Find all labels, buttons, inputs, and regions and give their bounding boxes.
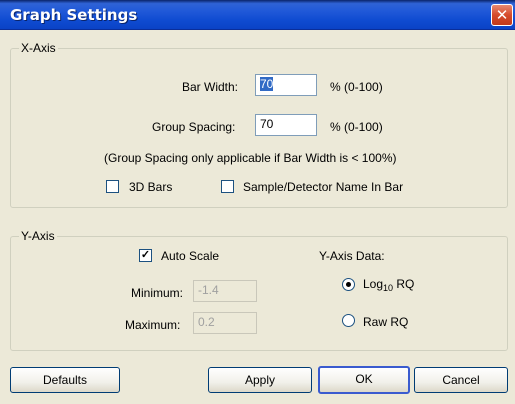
- auto-scale-label[interactable]: Auto Scale: [161, 249, 219, 263]
- x-axis-group-label: X-Axis: [19, 41, 58, 55]
- log10-rq-suffix: RQ: [393, 277, 415, 291]
- minimum-label: Minimum:: [131, 286, 184, 300]
- raw-rq-label[interactable]: Raw RQ: [363, 315, 408, 329]
- y-axis-group: Y-Axis: [10, 229, 508, 351]
- group-spacing-input[interactable]: 70: [255, 114, 317, 136]
- cancel-button[interactable]: Cancel: [414, 367, 508, 393]
- apply-button[interactable]: Apply: [208, 367, 312, 393]
- group-spacing-note: (Group Spacing only applicable if Bar Wi…: [104, 151, 397, 165]
- sample-detector-name-checkbox[interactable]: [221, 180, 234, 193]
- defaults-button[interactable]: Defaults: [10, 367, 120, 393]
- title-bar[interactable]: Graph Settings ✕: [0, 0, 515, 30]
- log10-rq-label[interactable]: Log10 RQ: [363, 277, 415, 293]
- raw-rq-radio[interactable]: [342, 314, 355, 327]
- y-axis-data-label: Y-Axis Data:: [319, 249, 385, 263]
- close-icon: ✕: [495, 6, 509, 24]
- log10-rq-subscript: 10: [383, 283, 394, 293]
- log10-rq-radio[interactable]: [342, 278, 355, 291]
- ok-button[interactable]: OK: [318, 366, 410, 394]
- maximum-input[interactable]: 0.2: [193, 312, 257, 334]
- dialog-title: Graph Settings: [10, 6, 138, 24]
- bar-width-input[interactable]: 70: [255, 74, 317, 96]
- graph-settings-dialog: Graph Settings ✕ X-Axis Bar Width: 70 % …: [0, 0, 515, 404]
- minimum-input[interactable]: -1.4: [193, 280, 257, 302]
- group-spacing-range: % (0-100): [330, 120, 383, 134]
- maximum-label: Maximum:: [125, 318, 181, 332]
- group-spacing-value: 70: [260, 117, 274, 131]
- close-button[interactable]: ✕: [491, 4, 513, 26]
- checkmark-icon: ✓: [140, 249, 151, 261]
- maximum-value: 0.2: [198, 315, 215, 329]
- bar-width-label: Bar Width:: [182, 80, 239, 94]
- sample-detector-name-label[interactable]: Sample/Detector Name In Bar: [243, 180, 403, 194]
- bar-width-value: 70: [260, 77, 274, 91]
- bar-width-range: % (0-100): [330, 80, 383, 94]
- y-axis-group-label: Y-Axis: [19, 229, 57, 243]
- minimum-value: -1.4: [198, 283, 219, 297]
- bars-3d-label[interactable]: 3D Bars: [129, 180, 172, 194]
- auto-scale-checkbox[interactable]: ✓: [139, 249, 152, 262]
- group-spacing-label: Group Spacing:: [152, 120, 236, 134]
- bars-3d-checkbox[interactable]: [106, 180, 119, 193]
- log10-rq-prefix: Log: [363, 277, 384, 291]
